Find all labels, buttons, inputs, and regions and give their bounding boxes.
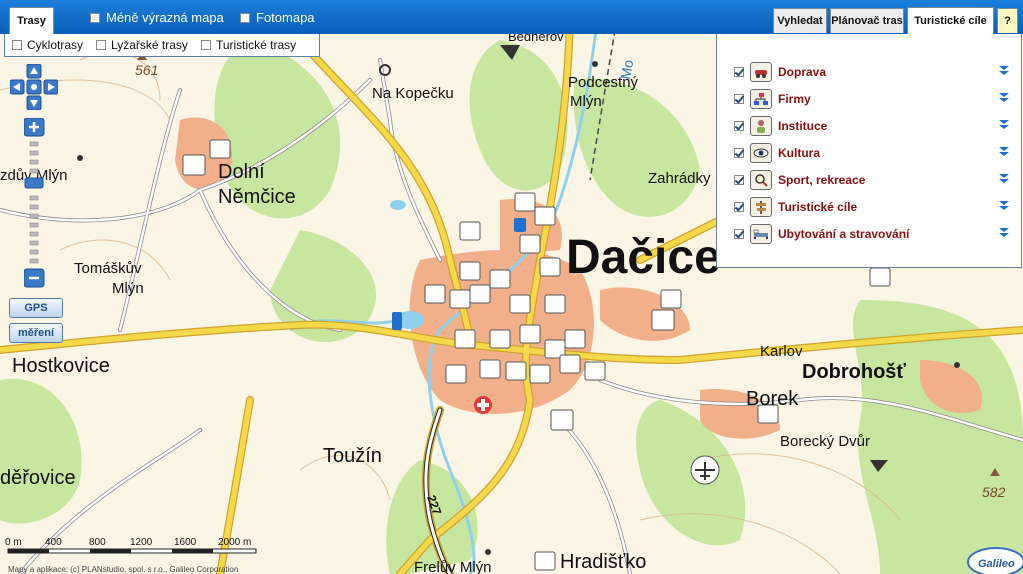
- hiking-routes-checkbox[interactable]: [200, 40, 211, 50]
- category-label: Doprava: [778, 65, 827, 79]
- label-podcestny-mlyn: Mlýn: [570, 93, 602, 110]
- scale-label: 0 m: [5, 537, 22, 548]
- label-hradistko: Hradišťko: [560, 551, 646, 573]
- copyright-text: Mapy a aplikace: (c) PLANstudio, spol. s…: [8, 565, 239, 574]
- scale-label: 2000 m: [218, 537, 252, 548]
- ski-routes-label: Lyžařské trasy: [111, 38, 188, 52]
- double-chevron-down-icon[interactable]: [998, 227, 1010, 239]
- tab-search[interactable]: Vyhledat: [773, 8, 827, 33]
- label-borek: Borek: [746, 388, 799, 410]
- category-label: Firmy: [778, 92, 811, 106]
- org-chart-icon: [750, 89, 772, 109]
- measure-button[interactable]: měření: [9, 323, 63, 343]
- cycle-routes-checkbox[interactable]: [12, 40, 22, 50]
- hiking-routes-toggle[interactable]: Turistické trasy: [200, 38, 297, 52]
- less-map-label: Méně výrazná mapa: [106, 10, 224, 25]
- label-karlov: Karlov: [760, 343, 803, 360]
- less-map-toggle[interactable]: Méně výrazná mapa: [90, 10, 224, 25]
- scale-label: 1200: [130, 537, 153, 548]
- scale-label: 1600: [174, 537, 197, 548]
- double-chevron-down-icon[interactable]: [998, 200, 1010, 212]
- category-label: Instituce: [778, 119, 828, 133]
- label-derovice: děřovice: [0, 467, 76, 489]
- label-dobrohost: Dobrohošť: [802, 361, 906, 383]
- category-checkbox[interactable]: [734, 148, 744, 158]
- galileo-logo: Galileo: [967, 547, 1023, 574]
- scale-label: 800: [89, 537, 106, 548]
- help-button[interactable]: ?: [997, 8, 1018, 33]
- label-mo: Mo: [617, 58, 636, 80]
- double-chevron-down-icon[interactable]: [998, 119, 1010, 131]
- label-nemcice: Němčice: [218, 186, 296, 208]
- ski-routes-toggle[interactable]: Lyžařské trasy: [96, 38, 188, 52]
- label-tomaskuv-mlyn: Mlýn: [112, 280, 144, 297]
- category-checkbox[interactable]: [734, 94, 744, 104]
- category-checkbox[interactable]: [734, 175, 744, 185]
- label-borecky-dvur: Borecký Dvůr: [780, 433, 870, 450]
- photo-map-label: Fotomapa: [256, 10, 315, 25]
- scale-bar: [7, 548, 257, 554]
- category-sport[interactable]: Sport, rekreace: [734, 169, 1016, 191]
- label-zahradky: Zahrádky: [648, 170, 711, 187]
- label-dacice: Dačice: [566, 231, 721, 284]
- eye-icon: [750, 143, 772, 163]
- scale-label: 400: [45, 537, 62, 548]
- less-map-checkbox[interactable]: [90, 12, 100, 23]
- category-transport[interactable]: Doprava: [734, 61, 1016, 83]
- routes-filter-bar: Cyklotrasy Lyžařské trasy Turistické tra…: [4, 34, 320, 57]
- photo-map-toggle[interactable]: Fotomapa: [240, 10, 315, 25]
- label-touzin: Toužín: [323, 445, 382, 467]
- category-checkbox[interactable]: [734, 202, 744, 212]
- gps-button[interactable]: GPS: [9, 298, 63, 318]
- double-chevron-down-icon[interactable]: [998, 92, 1010, 104]
- tourist-targets-panel: Doprava Firmy Instituce Kultura Sport, r…: [716, 34, 1022, 268]
- label-na-kopecku: Na Kopečku: [372, 85, 454, 102]
- category-label: Turistické cíle: [778, 200, 858, 214]
- label-dolni: Dolní: [218, 161, 265, 183]
- category-accommodation[interactable]: Ubytování a stravování: [734, 223, 1016, 245]
- double-chevron-down-icon[interactable]: [998, 173, 1010, 185]
- zoom-slider[interactable]: [24, 118, 46, 288]
- label-elev-561: 561: [135, 62, 158, 78]
- tab-routes[interactable]: Trasy: [9, 7, 54, 34]
- bed-icon: [750, 224, 772, 244]
- label-elev-582: 582: [982, 484, 1006, 500]
- category-companies[interactable]: Firmy: [734, 88, 1016, 110]
- category-checkbox[interactable]: [734, 229, 744, 239]
- category-culture[interactable]: Kultura: [734, 142, 1016, 164]
- tab-tourist-targets[interactable]: Turistické cíle: [907, 7, 994, 34]
- magnifier-icon: [750, 170, 772, 190]
- tab-route-planner[interactable]: Plánovač tras: [830, 8, 904, 33]
- hiking-routes-label: Turistické trasy: [215, 38, 297, 52]
- ski-routes-checkbox[interactable]: [96, 40, 107, 50]
- label-tomaskuv: Tomáškův: [74, 260, 142, 277]
- cycle-routes-toggle[interactable]: Cyklotrasy: [12, 38, 83, 52]
- photo-map-checkbox[interactable]: [240, 12, 250, 23]
- category-checkbox[interactable]: [734, 121, 744, 131]
- airfield-icon[interactable]: [690, 455, 720, 485]
- label-freluv-mlyn: Frelův Mlýn: [414, 559, 492, 574]
- label-hostkovice: Hostkovice: [12, 355, 110, 377]
- category-label: Sport, rekreace: [778, 173, 866, 187]
- cycle-routes-label: Cyklotrasy: [27, 38, 84, 52]
- category-label: Ubytování a stravování: [778, 227, 910, 241]
- pan-control[interactable]: [10, 64, 58, 110]
- svg-text:Galileo: Galileo: [978, 558, 1015, 570]
- category-tourist-targets[interactable]: Turistické cíle: [734, 196, 1016, 218]
- car-icon: [750, 62, 772, 82]
- person-icon: [750, 116, 772, 136]
- double-chevron-down-icon[interactable]: [998, 146, 1010, 158]
- double-chevron-down-icon[interactable]: [998, 65, 1010, 77]
- category-checkbox[interactable]: [734, 67, 744, 77]
- category-label: Kultura: [778, 146, 820, 160]
- category-institutions[interactable]: Instituce: [734, 115, 1016, 137]
- signpost-icon: [750, 197, 772, 217]
